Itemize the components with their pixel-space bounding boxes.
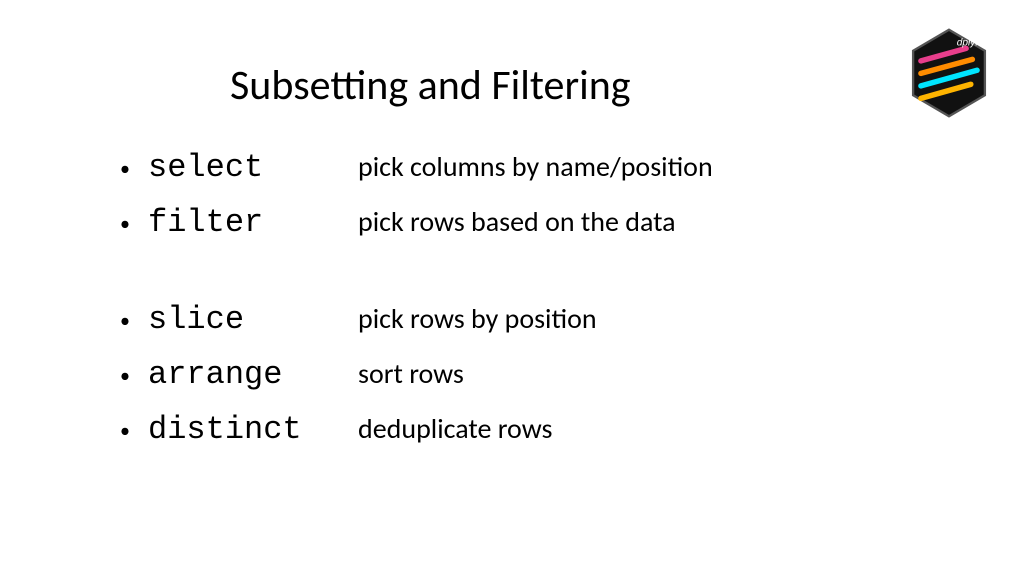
fn-desc: pick rows by position (358, 301, 597, 336)
fn-desc: pick rows based on the data (358, 204, 676, 239)
list-item: • distinct deduplicate rows (120, 411, 944, 448)
function-list: • select pick columns by name/position •… (120, 149, 944, 448)
bullet-icon: • (120, 421, 130, 441)
dplyr-hex-logo-icon: dplyr (910, 28, 988, 118)
slide: dplyr Subsetting and Filtering • select … (0, 0, 1024, 576)
list-item: • slice pick rows by position (120, 301, 944, 338)
logo-label: dplyr (957, 37, 980, 48)
slide-title: Subsetting and Filtering (230, 60, 944, 111)
bullet-icon: • (120, 366, 130, 386)
fn-desc: sort rows (358, 356, 464, 391)
bullet-icon: • (120, 214, 130, 234)
fn-desc: pick columns by name/position (358, 149, 713, 184)
list-item: • arrange sort rows (120, 356, 944, 393)
fn-name: slice (148, 301, 358, 338)
fn-name: filter (148, 204, 358, 241)
fn-name: distinct (148, 411, 358, 448)
fn-name: arrange (148, 356, 358, 393)
bullet-icon: • (120, 159, 130, 179)
bullet-icon: • (120, 311, 130, 331)
fn-desc: deduplicate rows (358, 411, 552, 446)
list-item: • select pick columns by name/position (120, 149, 944, 186)
list-item: • filter pick rows based on the data (120, 204, 944, 241)
fn-name: select (148, 149, 358, 186)
